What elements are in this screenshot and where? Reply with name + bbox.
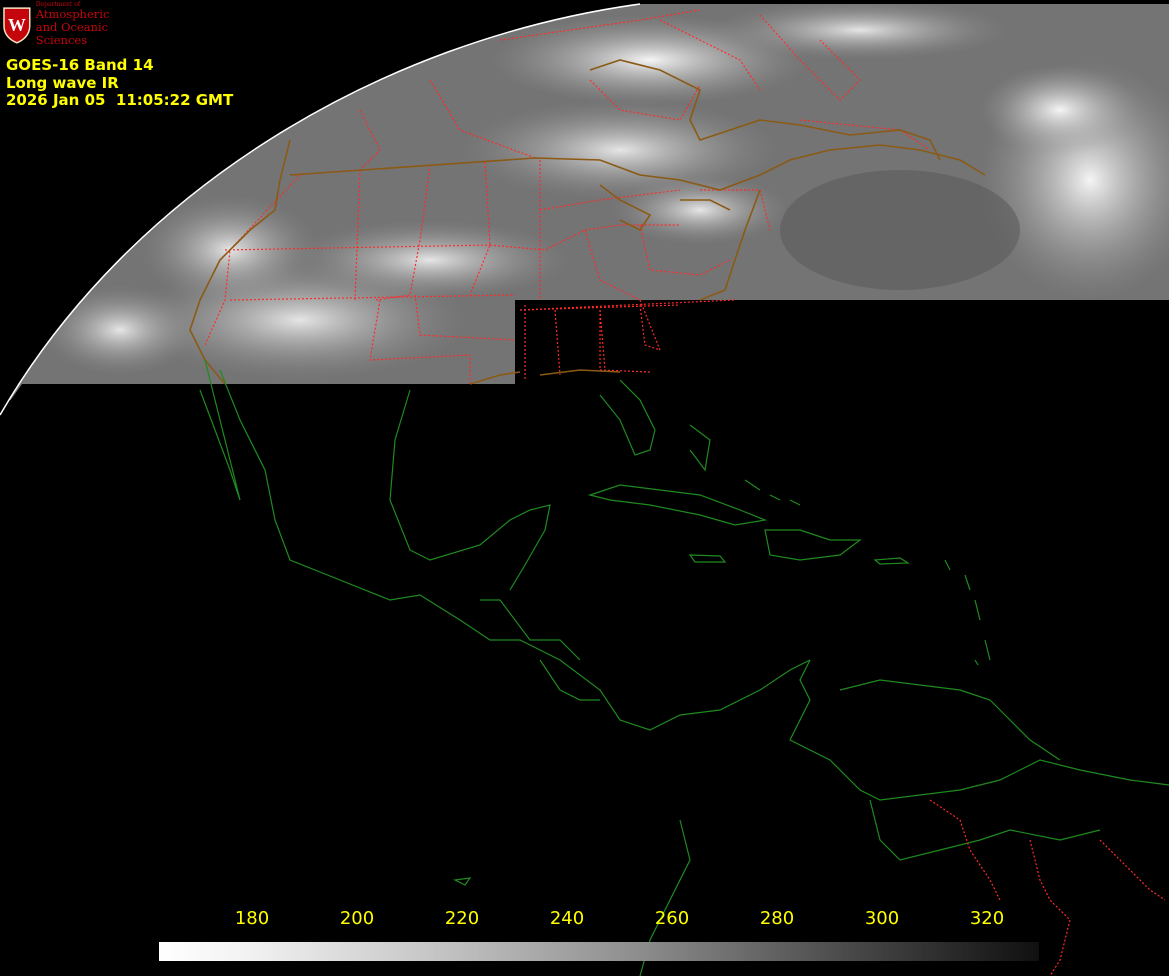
colorbar [159,942,1039,961]
colorbar-tick: 220 [444,908,480,929]
colorbar-tick: 280 [759,908,795,929]
image-info: GOES-16 Band 14 Long wave IR 2026 Jan 05… [6,56,234,110]
product-title: GOES-16 Band 14 [6,56,154,74]
colorbar-tick: 200 [339,908,375,929]
logo-text: Department of Atmospheric and Oceanic Sc… [36,1,162,47]
uw-seal-icon: W [3,7,31,44]
satellite-map [0,0,1169,976]
uw-aos-logo: W Department of Atmospheric and Oceanic … [0,0,162,48]
colorbar-tick: 300 [864,908,900,929]
timestamp: 2026 Jan 05 11:05:22 GMT [6,91,234,109]
colorbar-labels: 180 200 220 240 260 280 300 320 [0,908,1169,934]
colorbar-tick: 180 [234,908,270,929]
colorbar-tick: 320 [969,908,1005,929]
svg-text:W: W [8,15,26,35]
colorbar-tick: 260 [654,908,690,929]
logo-line2: and Oceanic Sciences [35,20,109,47]
colorbar-tick: 240 [549,908,585,929]
channel-name: Long wave IR [6,73,119,92]
